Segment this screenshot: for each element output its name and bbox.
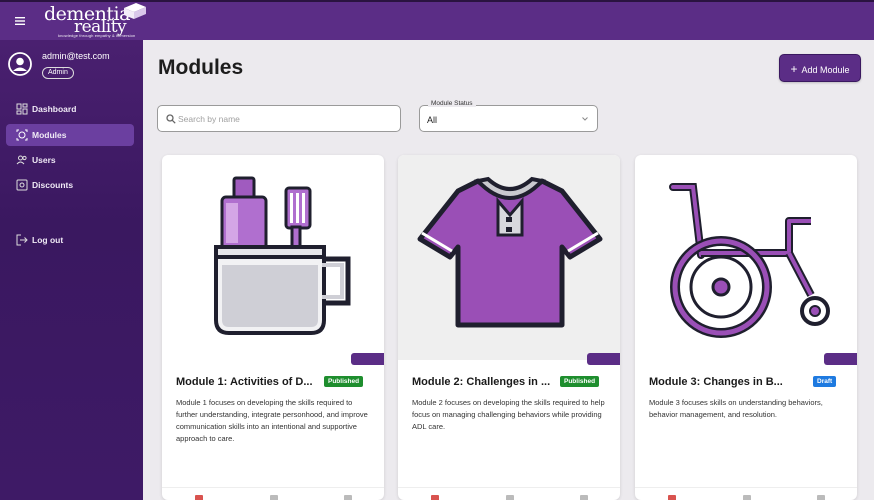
edit-icon[interactable] (580, 495, 588, 500)
card-ribbon (824, 353, 857, 365)
copy-icon[interactable] (270, 495, 278, 500)
card-description: Module 3 focuses skills on understanding… (649, 398, 823, 419)
sidebar-item-users[interactable]: Users (6, 149, 134, 171)
module-status-value: All (427, 115, 438, 125)
sidebar: admin@test.com Admin Dashboard Modules U… (0, 40, 143, 500)
sidebar-item-label: Users (32, 155, 56, 165)
card-image (398, 155, 620, 360)
toothbrush-cup-icon (214, 176, 351, 335)
module-card[interactable]: Module 3: Changes in B... Draft Module 3… (635, 155, 857, 500)
logout-icon (16, 234, 28, 246)
sidebar-item-modules[interactable]: Modules (6, 124, 134, 146)
module-card[interactable]: Module 2: Challenges in ... Published Mo… (398, 155, 620, 500)
search-input[interactable] (178, 112, 393, 126)
card-image (162, 155, 384, 360)
card-ribbon (351, 353, 384, 365)
module-status-select[interactable]: Module Status All (419, 100, 598, 132)
edit-icon[interactable] (344, 495, 352, 500)
card-actions (635, 487, 857, 500)
chevron-down-icon (582, 117, 588, 121)
edit-icon[interactable] (817, 495, 825, 500)
role-badge: Admin (42, 67, 74, 79)
sidebar-item-logout[interactable]: Log out (6, 229, 134, 251)
card-image (635, 155, 857, 360)
user-avatar-icon[interactable] (8, 52, 32, 76)
sidebar-item-dashboard[interactable]: Dashboard (6, 98, 134, 120)
page-title: Modules (158, 56, 244, 79)
sidebar-item-label: Log out (32, 235, 64, 245)
card-actions (398, 487, 620, 500)
search-box[interactable] (157, 105, 401, 132)
add-module-button[interactable]: + Add Module (779, 54, 861, 82)
modules-icon (16, 129, 28, 141)
sidebar-item-label: Dashboard (32, 104, 77, 114)
plus-icon: + (790, 62, 798, 76)
users-icon (16, 155, 27, 165)
sidebar-item-discounts[interactable]: Discounts (6, 174, 134, 196)
copy-icon[interactable] (743, 495, 751, 500)
dashboard-icon (16, 103, 28, 115)
user-email: admin@test.com (42, 51, 110, 61)
status-badge: Published (324, 376, 364, 387)
hamburger-icon[interactable] (12, 13, 28, 29)
card-ribbon (587, 353, 620, 365)
top-app-bar: dementia reality knowledge through empat… (0, 0, 874, 40)
card-actions (162, 487, 384, 500)
sidebar-item-label: Discounts (32, 180, 74, 190)
logo-cube-icon (124, 3, 146, 19)
status-badge: Published (560, 376, 600, 387)
add-module-label: Add Module (801, 65, 850, 75)
status-badge: Draft (813, 376, 837, 387)
wheelchair-icon (669, 183, 830, 338)
delete-icon[interactable] (668, 495, 676, 500)
shirt-icon (417, 176, 603, 328)
card-description: Module 1 focuses on developing the skill… (176, 398, 368, 443)
discounts-icon (16, 179, 28, 191)
card-description: Module 2 focuses on developing the skill… (412, 398, 605, 431)
module-status-label: Module Status (428, 100, 476, 107)
card-title: Module 3: Changes in B... (649, 376, 783, 388)
delete-icon[interactable] (431, 495, 439, 500)
module-card[interactable]: Module 1: Activities of D... Published M… (162, 155, 384, 500)
copy-icon[interactable] (506, 495, 514, 500)
delete-icon[interactable] (195, 495, 203, 500)
sidebar-item-label: Modules (32, 130, 67, 140)
logo-tagline: knowledge through empathy & immersion (58, 33, 136, 38)
card-title: Module 1: Activities of D... (176, 376, 313, 388)
card-title: Module 2: Challenges in ... (412, 376, 551, 388)
brand-logo[interactable]: dementia reality knowledge through empat… (44, 2, 154, 40)
search-icon (166, 114, 176, 124)
